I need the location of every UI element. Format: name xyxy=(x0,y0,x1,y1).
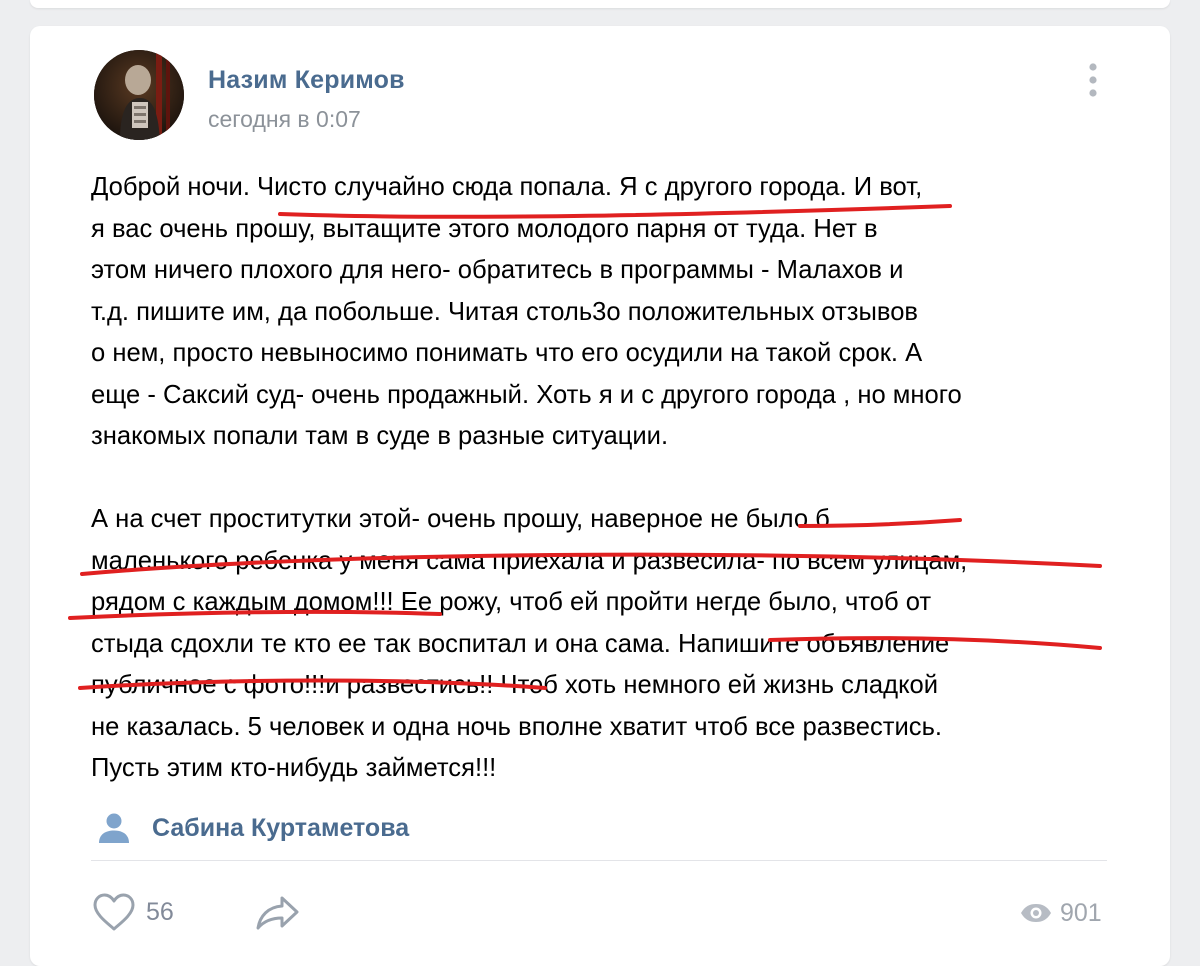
share-icon[interactable] xyxy=(255,892,301,932)
text-line: А на счет проститутки этой- очень прошу,… xyxy=(91,505,830,533)
previous-post-card-edge xyxy=(30,0,1170,8)
text-line: рядом с каждым домом!!! Ее рожу, чтоб ей… xyxy=(91,588,932,616)
text-line: о нем, просто невыносимо понимать что ег… xyxy=(91,339,923,367)
eye-icon xyxy=(1021,904,1051,922)
like-button[interactable]: 56 xyxy=(92,891,174,933)
text-line: маленького ребенка у меня сама приехала … xyxy=(91,546,968,575)
author-name[interactable]: Назим Керимов xyxy=(208,66,405,95)
wall-post: Назим Керимов сегодня в 0:07 Доброй ночи… xyxy=(30,26,1170,966)
text-line: еще - Саксий суд- очень продажный. Хоть … xyxy=(91,380,962,409)
post-text: Доброй ночи. Чисто случайно сюда попала.… xyxy=(91,167,1121,790)
user-icon xyxy=(99,813,129,843)
signer-name[interactable]: Сабина Куртаметова xyxy=(152,814,409,843)
text-line: Пусть этим кто-нибудь займется!!! xyxy=(91,754,497,782)
text-line: т.д. пишите им, да побольше. Читая столь… xyxy=(91,297,919,326)
text-line: Доброй ночи. Чисто случайно сюда попала.… xyxy=(91,173,923,201)
post-signer[interactable]: Сабина Куртаметова xyxy=(98,810,409,846)
text-line: не казалась. 5 человек и одна ночь вполн… xyxy=(91,712,943,741)
text-line: публичное с фото!!!и развестись!! Чтоб х… xyxy=(91,671,939,699)
avatar[interactable] xyxy=(94,50,184,140)
like-count: 56 xyxy=(146,897,174,926)
view-count: 901 xyxy=(1060,898,1102,927)
text-line: я вас очень прошу, вытащите этого молодо… xyxy=(91,214,878,243)
more-vertical-icon[interactable] xyxy=(1085,62,1101,98)
view-counter: 901 xyxy=(1020,896,1102,930)
text-line: стыда сдохли те кто ее так воспитал и он… xyxy=(91,629,950,658)
text-line: этом ничего плохого для него- обратитесь… xyxy=(91,256,904,284)
avatar-photo xyxy=(94,50,184,140)
heart-icon xyxy=(93,893,135,931)
post-time[interactable]: сегодня в 0:07 xyxy=(208,106,361,133)
text-line: знакомых попали там в суде в разные ситу… xyxy=(91,422,669,450)
divider xyxy=(91,860,1107,861)
